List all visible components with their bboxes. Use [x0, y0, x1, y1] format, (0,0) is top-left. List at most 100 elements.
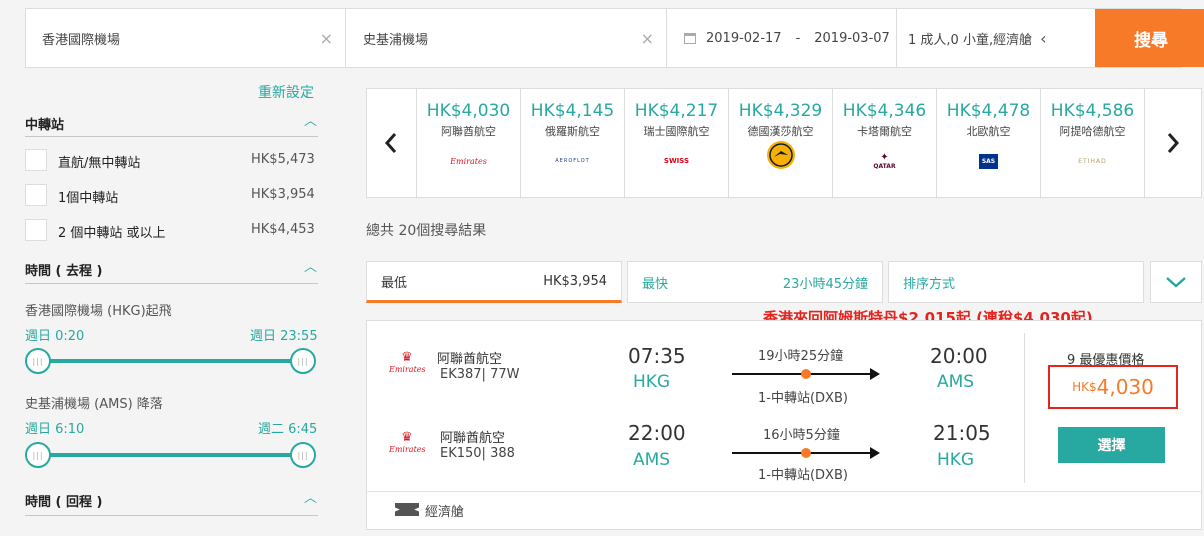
sort-fastest-tab[interactable]: 最快 23小時45分鐘: [627, 261, 883, 303]
stop-dot: [801, 369, 811, 379]
depart-date: 2019-02-17: [706, 30, 782, 46]
section-divider: [25, 136, 318, 137]
sort-fastest-value: 23小時45分鐘: [782, 276, 868, 292]
carousel-price: HK$4,217: [634, 101, 719, 121]
leg-airline: 阿聯酋航空: [440, 431, 506, 446]
sas-logo-icon: SAS: [937, 151, 1040, 171]
carousel-price: HK$4,478: [946, 101, 1031, 121]
calendar-icon: [684, 32, 696, 44]
depart-airport-label: 香港國際機場 (HKG)起飛: [25, 304, 172, 319]
carousel-prev-button[interactable]: [367, 89, 415, 197]
leg-departure-code: AMS: [633, 450, 671, 470]
chevron-up-icon[interactable]: ︿: [304, 487, 317, 506]
carousel-item-aeroflot[interactable]: HK$4,145 俄羅斯航空 AEROFLOT: [520, 89, 624, 197]
depart-max-time: 週日 23:55: [250, 329, 318, 344]
origin-value: 香港國際機場: [42, 32, 121, 48]
stops-option-price: HK$3,954: [251, 187, 315, 202]
arrive-airport-label: 史基浦機場 (AMS) 降落: [25, 397, 163, 412]
checkbox-one-stop[interactable]: [25, 184, 47, 206]
card-footer-divider: [367, 491, 1201, 492]
leg-flight-number: EK150| 388: [440, 446, 515, 461]
carousel-item-qatar[interactable]: HK$4,346 卡塔爾航空 ✦ QATAR: [832, 89, 936, 197]
leg-departure-time: 22:00: [628, 421, 686, 445]
carousel-airline: 卡塔爾航空: [857, 125, 912, 138]
carousel-item-etihad[interactable]: HK$4,586 阿提哈德航空 ETIHAD: [1040, 89, 1144, 197]
checkbox-nonstop[interactable]: [25, 149, 47, 171]
leg-duration: 16小時5分鐘: [763, 428, 840, 443]
sort-order-dropdown[interactable]: 排序方式: [888, 261, 1144, 303]
results-total: 總共 20個搜尋結果: [366, 223, 487, 239]
leg-stops: 1-中轉站(DXB): [758, 391, 848, 406]
emirates-logo-icon: ♛ Emirates: [389, 430, 426, 455]
emirates-logo-icon: ♛ Emirates: [389, 350, 426, 375]
price-highlight-box: HK$ 4,030: [1048, 365, 1178, 409]
destination-field[interactable]: 史基浦機場 ×: [347, 9, 667, 67]
leg-departure-time: 07:35: [628, 344, 686, 368]
leg-arrival-time: 21:05: [933, 421, 991, 445]
depart-max-slider-handle[interactable]: |||: [290, 348, 316, 374]
origin-field[interactable]: 香港國際機場 ×: [26, 9, 346, 67]
search-bar: 香港國際機場 × 史基浦機場 × 2019-02-17 - 2019-03-07…: [25, 8, 1204, 68]
seat-icon: [395, 503, 419, 516]
leg-arrival-code: HKG: [937, 450, 975, 470]
clear-destination-icon[interactable]: ×: [641, 29, 654, 48]
arrow-right-icon: [870, 447, 880, 459]
carousel-item-swiss[interactable]: HK$4,217 瑞士國際航空 SWISS: [624, 89, 728, 197]
carousel-price: HK$4,586: [1050, 101, 1135, 121]
carousel-item-sas[interactable]: HK$4,478 北歐航空 SAS: [936, 89, 1040, 197]
clear-origin-icon[interactable]: ×: [320, 29, 333, 48]
stops-section-title: 中轉站: [25, 118, 65, 133]
stops-option-price: HK$4,453: [251, 222, 315, 237]
stops-option-label: 1個中轉站: [58, 191, 119, 206]
cabin-class-label: 經濟艙: [425, 505, 465, 520]
leg-duration: 19小時25分鐘: [758, 349, 844, 364]
passenger-field[interactable]: 1 成人,0 小童,經濟艙 ‹: [898, 9, 1095, 67]
date-separator: -: [795, 30, 801, 46]
chevron-up-icon[interactable]: ︿: [304, 110, 317, 129]
stops-option-label: 2 個中轉站 或以上: [58, 226, 166, 241]
qatar-logo-icon: ✦ QATAR: [873, 152, 896, 170]
arrive-min-slider-handle[interactable]: |||: [25, 442, 51, 468]
depart-min-slider-handle[interactable]: |||: [25, 348, 51, 374]
chevron-up-icon[interactable]: ︿: [304, 256, 317, 275]
leg-airline: 阿聯酋航空: [437, 352, 503, 367]
leg-departure-code: HKG: [633, 372, 671, 392]
carousel-next-button[interactable]: [1144, 89, 1201, 197]
passenger-value: 1 成人,0 小童,經濟艙: [908, 32, 1033, 48]
sort-cheapest-value: HK$3,954: [543, 273, 607, 289]
sort-expand-button[interactable]: [1150, 261, 1202, 303]
stops-option-label: 直航/無中轉站: [58, 156, 141, 171]
carousel-airline: 阿聯酋航空: [441, 125, 496, 138]
carousel-airline: 阿提哈德航空: [1059, 125, 1126, 138]
leg-flight-number: EK387| 77W: [440, 367, 520, 382]
carousel-price: HK$4,145: [530, 101, 615, 121]
carousel-item-emirates[interactable]: HK$4,030 阿聯酋航空 Emirates: [416, 89, 520, 197]
etihad-logo-icon: ETIHAD: [1078, 157, 1107, 165]
stops-option-price: HK$5,473: [251, 152, 315, 167]
search-button[interactable]: 搜尋: [1095, 9, 1204, 67]
select-flight-button[interactable]: 選擇: [1058, 427, 1165, 463]
price-value: 4,030: [1096, 375, 1154, 399]
chevron-right-icon: [1167, 133, 1180, 153]
chevron-left-icon: ‹: [1040, 28, 1047, 48]
arrive-max-time: 週二 6:45: [258, 422, 318, 437]
carousel-airline: 北歐航空: [966, 125, 1011, 138]
carousel-price: HK$4,329: [738, 101, 823, 121]
time-outbound-title: 時間 ( 去程 ): [25, 264, 103, 279]
chevron-down-icon: [1166, 277, 1186, 288]
lufthansa-logo-icon: [729, 141, 832, 169]
reset-filters-link[interactable]: 重新設定: [258, 82, 314, 102]
emirates-logo-icon: Emirates: [450, 156, 487, 166]
checkbox-two-plus-stops[interactable]: [25, 219, 47, 241]
carousel-item-lufthansa[interactable]: HK$4,329 德國漢莎航空: [728, 89, 832, 197]
sort-cheapest-tab[interactable]: 最低 HK$3,954: [366, 261, 622, 303]
date-range-field[interactable]: 2019-02-17 - 2019-03-07: [668, 9, 897, 67]
sort-fastest-label: 最快: [642, 276, 669, 292]
arrive-max-slider-handle[interactable]: |||: [290, 442, 316, 468]
flight-result-card: ♛ Emirates 阿聯酋航空 EK387| 77W 07:35 HKG 19…: [366, 320, 1202, 530]
carousel-airline: 俄羅斯航空: [545, 125, 600, 138]
leg-arrival-code: AMS: [937, 372, 975, 392]
carousel-price: HK$4,346: [842, 101, 927, 121]
arrive-min-time: 週日 6:10: [25, 422, 85, 437]
leg-stops: 1-中轉站(DXB): [758, 468, 848, 483]
